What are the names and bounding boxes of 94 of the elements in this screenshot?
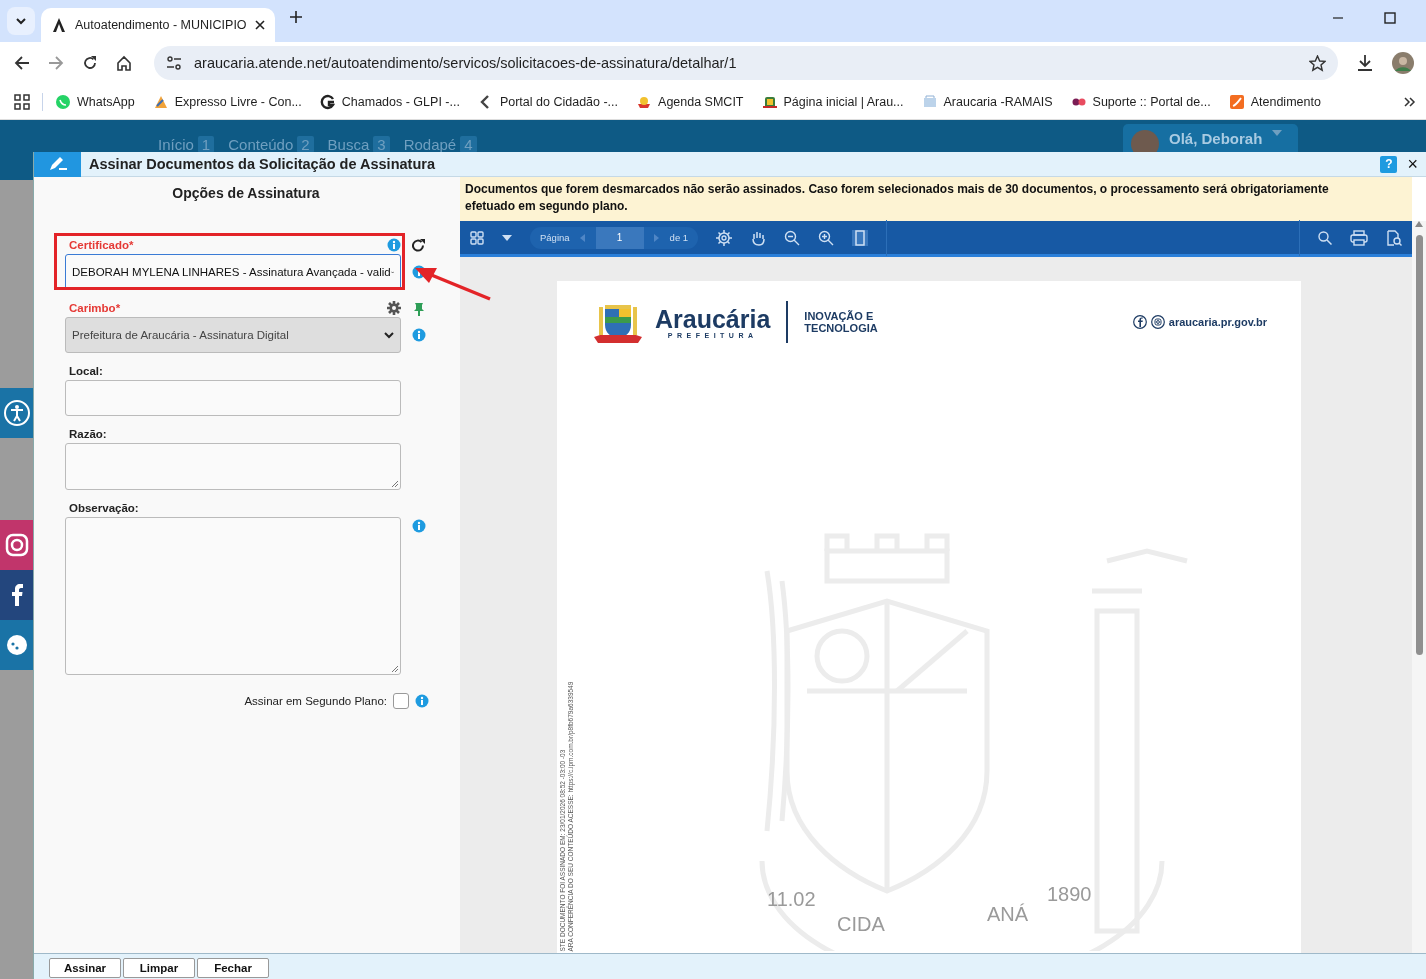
star-icon[interactable]	[1309, 54, 1326, 72]
gear-icon[interactable]	[387, 300, 401, 315]
page-total: de 1	[669, 232, 689, 243]
dialog-title: Assinar Documentos da Solicitação de Assinatura	[89, 156, 436, 172]
bookmark[interactable]: Atendimento	[1228, 93, 1321, 110]
footer-button[interactable]: Limpar	[123, 957, 195, 978]
field-label: Carimbo*	[68, 301, 121, 314]
thumbnails-icon[interactable]	[470, 230, 484, 245]
notice-banner: Documentos que forem desmarcados não serão assinados. Caso forem selecionados mais de 30 documentos, o processamento será obrigatoriamente efetuado em segundo plano.	[460, 177, 1412, 221]
chevron-down-icon	[384, 331, 394, 339]
field-label: Certificado*	[68, 238, 134, 251]
emblem-text: 1890	[1047, 883, 1092, 905]
bookmark-icon	[921, 93, 938, 110]
field-label: Observação:	[68, 501, 139, 514]
print-icon[interactable]	[1350, 229, 1368, 246]
info-icon	[415, 694, 429, 708]
page-number-field[interactable]: 1	[595, 226, 644, 249]
instagram-icon	[1150, 315, 1165, 329]
new-tab-icon[interactable]	[288, 10, 303, 24]
accessibility-icon	[3, 400, 30, 426]
search-icon[interactable]	[1318, 230, 1332, 245]
download-icon[interactable]	[1356, 54, 1374, 72]
bookmark[interactable]: Portal do Cidadão -...	[477, 93, 619, 110]
website-address: araucaria.pr.gov.br	[1168, 316, 1267, 328]
department-name: INOVAÇÃO E TECNOLOGIA	[804, 310, 879, 334]
site-logo-icon	[51, 17, 67, 33]
scroll-up-icon	[1415, 221, 1423, 227]
footer-button[interactable]: Fechar	[197, 957, 269, 978]
url-text: araucaria.atende.net/autoatendimento/servicos/solicitacoes-de-assinatura/detalhar/1	[194, 55, 738, 71]
chat-button[interactable]	[0, 620, 33, 670]
greeting-text: Olá, Deborah	[1169, 130, 1263, 147]
bookmark-icon	[319, 93, 336, 110]
address-field[interactable]: araucaria.atende.net/autoatendimento/servicos/solicitacoes-de-assinatura/detalhar/1	[154, 46, 1338, 80]
text-field[interactable]	[65, 380, 401, 416]
bookmark-icon	[1228, 93, 1245, 110]
dropdown: Prefeitura de Araucária - Assinatura Digital	[65, 317, 401, 353]
tab-title: Autoatendimento - MUNICIPIO	[75, 18, 247, 32]
accessibility-button[interactable]	[0, 388, 33, 438]
bookmark[interactable]: Chamados - GLPI -...	[319, 93, 460, 110]
emblem-text: CIDA	[837, 913, 885, 935]
bookmark[interactable]: Expresso Livre - Con...	[152, 93, 302, 110]
dropdown[interactable]: DEBORAH MYLENA LINHARES - Assinatura Avançada - valid	[65, 254, 401, 290]
hand-icon[interactable]	[750, 229, 767, 246]
zoom-out-icon[interactable]	[784, 229, 801, 246]
tab-list-button[interactable]	[7, 7, 35, 35]
refresh-icon[interactable]	[412, 238, 426, 253]
signature-pen-icon	[47, 156, 68, 172]
page-label: Página	[540, 232, 570, 243]
field-label: Razão:	[68, 427, 107, 440]
scrollbar[interactable]	[1412, 221, 1426, 953]
close-icon[interactable]	[254, 20, 265, 30]
bookmark[interactable]: Agenda SMCIT	[636, 93, 744, 110]
close-button[interactable]: ×	[1407, 155, 1418, 173]
back-icon[interactable]	[14, 55, 30, 71]
field-label: Local:	[68, 364, 103, 377]
emblem-text: ANÁ	[987, 903, 1029, 925]
checkbox[interactable]	[393, 693, 409, 709]
pin-icon[interactable]	[412, 301, 426, 316]
info-icon	[387, 237, 401, 252]
brand-name: Araucária	[655, 305, 771, 332]
site-settings-icon	[166, 56, 182, 70]
forward-icon[interactable]	[48, 55, 64, 71]
reload-icon[interactable]	[82, 55, 98, 71]
chevron-down-icon	[15, 17, 27, 25]
scroll-thumb[interactable]	[1415, 235, 1423, 655]
bookmark-icon	[55, 93, 71, 110]
resize-grip-icon	[391, 480, 399, 488]
browser-tab[interactable]: Autoatendimento - MUNICIPIO	[41, 8, 275, 42]
apps-icon[interactable]	[14, 93, 30, 110]
facebook-icon	[1132, 315, 1147, 329]
footer-button[interactable]: Assinar	[49, 957, 121, 978]
facebook-button[interactable]	[0, 570, 33, 620]
maximize-icon[interactable]	[1384, 12, 1396, 24]
page-view-icon[interactable]	[852, 229, 869, 246]
caret-icon	[1272, 130, 1283, 136]
zoom-in-icon[interactable]	[818, 229, 835, 246]
checkbox-label: Assinar em Segundo Plano:	[244, 695, 387, 707]
bookmark[interactable]: WhatsApp	[55, 93, 135, 110]
bookmark[interactable]: Suporte :: Portal de...	[1070, 93, 1211, 110]
instagram-icon	[3, 532, 30, 558]
info-icon	[412, 519, 426, 533]
section-heading: Opções de Assinatura	[171, 185, 321, 201]
bookmark[interactable]: Página inicial | Arau...	[761, 93, 904, 110]
document-search-icon[interactable]	[1386, 229, 1402, 246]
avatar-icon[interactable]	[1392, 52, 1414, 74]
resize-grip-icon	[391, 665, 399, 673]
home-icon[interactable]	[116, 55, 132, 71]
more-bookmarks-icon[interactable]	[1404, 95, 1416, 108]
bookmark[interactable]: Araucaria -RAMAIS	[921, 93, 1053, 110]
instagram-button[interactable]	[0, 520, 33, 570]
info-icon	[412, 328, 426, 342]
caret-icon[interactable]	[502, 234, 512, 241]
emblem-text: 11.02	[767, 888, 816, 910]
settings-icon[interactable]	[716, 229, 733, 246]
